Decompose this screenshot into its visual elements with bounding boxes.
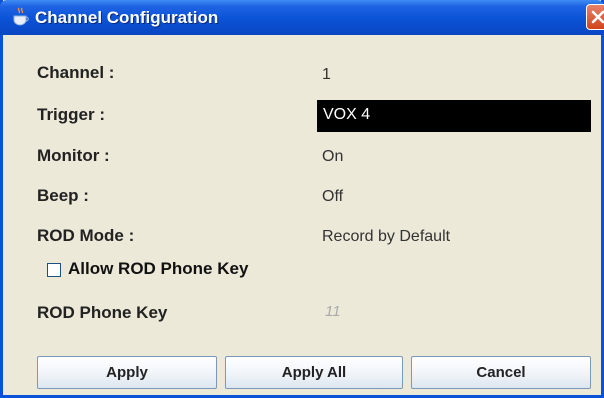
window-title: Channel Configuration	[35, 8, 219, 27]
close-button[interactable]	[586, 4, 604, 30]
cancel-button[interactable]: Cancel	[411, 356, 591, 389]
trigger-field[interactable]: VOX 4	[317, 100, 591, 132]
java-cup-icon	[12, 7, 30, 27]
allow-rod-phone-key-checkbox[interactable]	[47, 263, 61, 277]
rod-mode-value: Record by Default	[322, 228, 451, 245]
trigger-value: VOX 4	[323, 106, 371, 123]
beep-value: Off	[322, 188, 344, 205]
rod-phone-key-field[interactable]: 11	[325, 303, 341, 320]
apply-all-button[interactable]: Apply All	[225, 356, 403, 389]
title-bar[interactable]: Channel Configuration	[0, 0, 604, 35]
rod-mode-label: ROD Mode :	[37, 226, 135, 245]
monitor-value: On	[322, 148, 344, 165]
channel-configuration-dialog: Channel Configuration Channel : 1 Trigge…	[0, 0, 604, 398]
rod-phone-key-label: ROD Phone Key	[37, 303, 168, 322]
trigger-label: Trigger :	[37, 105, 106, 124]
channel-value: 1	[322, 66, 331, 83]
monitor-label: Monitor :	[37, 146, 110, 165]
close-icon	[591, 10, 604, 24]
channel-label: Channel :	[37, 63, 115, 82]
apply-button[interactable]: Apply	[37, 356, 217, 389]
allow-rod-phone-key-label[interactable]: Allow ROD Phone Key	[68, 259, 248, 279]
beep-label: Beep :	[37, 186, 89, 205]
